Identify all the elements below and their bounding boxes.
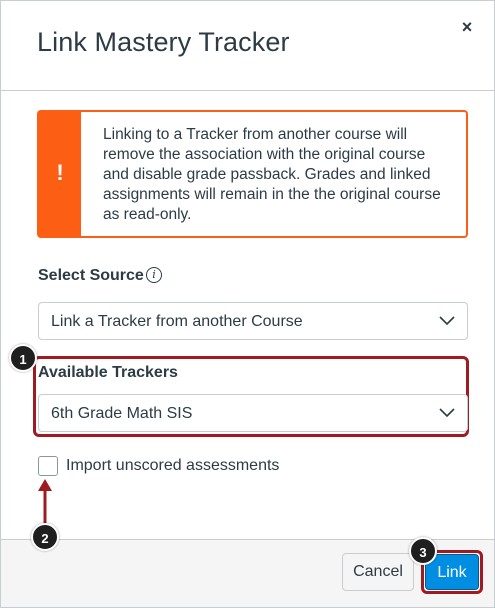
select-source-label: Select Source xyxy=(38,267,144,284)
link-mastery-tracker-modal: Link Mastery Tracker × ! Linking to a Tr… xyxy=(0,0,495,608)
close-icon[interactable]: × xyxy=(456,15,478,39)
modal-header: Link Mastery Tracker × xyxy=(1,1,494,91)
arrow-up-icon xyxy=(38,479,52,525)
trackers-select-value: 6th Grade Math SIS xyxy=(51,405,193,422)
warning-icon: ! xyxy=(56,160,64,185)
trackers-select[interactable]: 6th Grade Math SIS xyxy=(38,394,468,432)
import-unscored-checkbox[interactable] xyxy=(38,456,58,476)
info-icon[interactable]: i xyxy=(146,267,162,283)
modal-title: Link Mastery Tracker xyxy=(37,27,290,57)
callout-badge-2: 2 xyxy=(31,523,59,551)
alert-message: Linking to a Tracker from another course… xyxy=(103,126,441,223)
warning-alert: ! Linking to a Tracker from another cour… xyxy=(37,110,468,238)
available-trackers-label: Available Trackers xyxy=(38,364,178,381)
import-unscored-label[interactable]: Import unscored assessments xyxy=(66,457,279,475)
chevron-down-icon xyxy=(439,316,455,326)
callout-badge-3: 3 xyxy=(409,537,437,565)
alert-icon-bar: ! xyxy=(39,112,81,236)
chevron-down-icon xyxy=(439,408,455,418)
source-select-value: Link a Tracker from another Course xyxy=(51,313,303,330)
cancel-button[interactable]: Cancel xyxy=(342,553,414,591)
source-select[interactable]: Link a Tracker from another Course xyxy=(38,302,468,340)
callout-badge-1: 1 xyxy=(9,344,37,372)
